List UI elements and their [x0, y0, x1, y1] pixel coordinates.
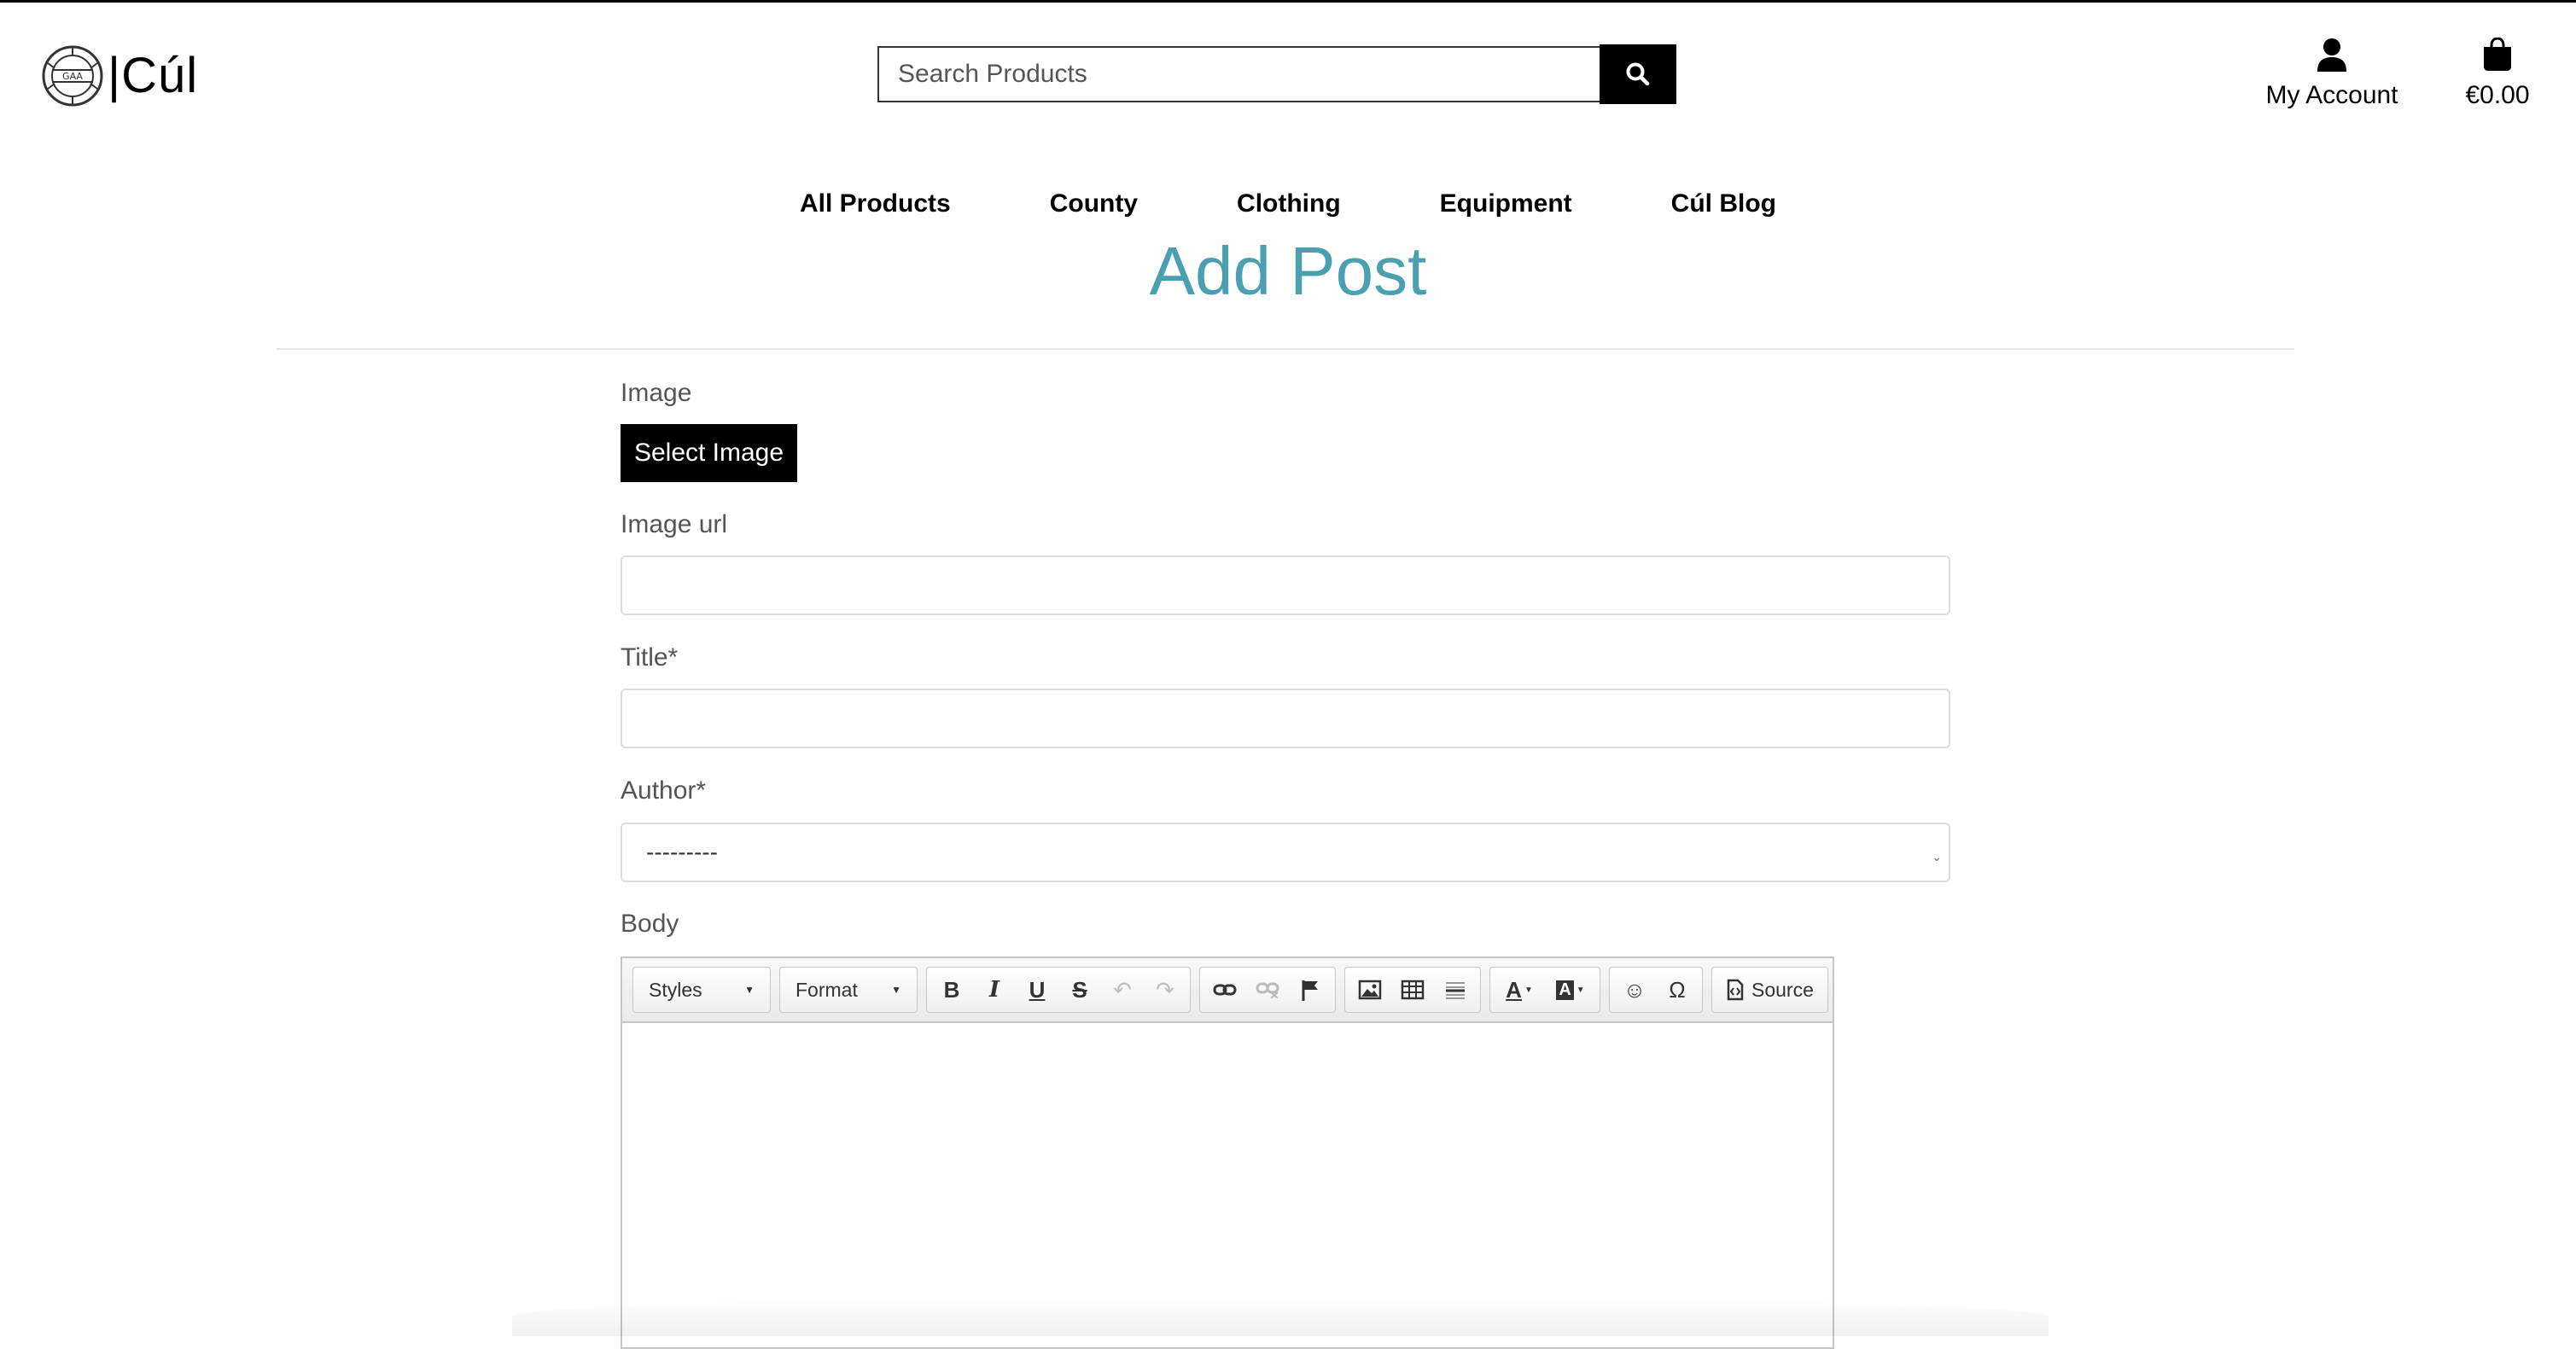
main-nav: All Products County Clothing Equipment C… — [0, 189, 2576, 218]
title-input[interactable] — [621, 689, 1950, 748]
page-title: Add Post — [1149, 233, 1427, 309]
underline-icon[interactable]: U — [1016, 968, 1058, 1011]
colors-group: A ▼ A ▼ — [1489, 967, 1600, 1013]
shopping-bag-icon — [2484, 37, 2511, 71]
gaa-ball-logo-icon: GAA — [42, 45, 103, 107]
styles-combo-group: Styles ▼ — [632, 967, 771, 1013]
strike-icon[interactable]: S — [1058, 968, 1101, 1011]
svg-text:GAA: GAA — [62, 71, 83, 82]
format-dropdown[interactable]: Format ▼ — [780, 968, 917, 1011]
nav-all-products[interactable]: All Products — [800, 189, 951, 218]
rich-text-editor: Styles ▼ Format ▼ B I U S ↶ ↷ A ▼ A ▼ ☺ … — [621, 957, 1834, 1349]
logo-text: |Cúl — [108, 48, 199, 103]
redo-icon[interactable]: ↷ — [1144, 968, 1186, 1011]
body-label: Body — [621, 910, 679, 938]
chevron-down-icon: ⌄ — [1932, 850, 1942, 863]
title-label: Title* — [621, 643, 679, 672]
insert-special-group: ☺ Ω — [1609, 967, 1703, 1013]
nav-cul-blog[interactable]: Cúl Blog — [1671, 189, 1776, 218]
my-account-label: My Account — [2265, 81, 2398, 109]
editor-toolbar: Styles ▼ Format ▼ B I U S ↶ ↷ A ▼ A ▼ ☺ … — [622, 958, 1833, 1023]
source-icon — [1727, 979, 1744, 1001]
bottom-shadow — [512, 1297, 2049, 1336]
horizontal-rule-icon[interactable] — [1434, 968, 1477, 1011]
background-color-icon[interactable]: A ▼ — [1545, 968, 1596, 1011]
search-input[interactable] — [877, 46, 1600, 102]
search-bar — [877, 44, 1676, 104]
dropdown-arrow-icon: ▼ — [891, 984, 901, 996]
search-icon — [1626, 62, 1650, 86]
special-char-icon[interactable]: Ω — [1656, 968, 1699, 1011]
text-color-icon[interactable]: A ▼ — [1494, 968, 1545, 1011]
image-url-input[interactable] — [621, 555, 1950, 615]
links-group — [1199, 967, 1336, 1013]
italic-icon[interactable]: I — [973, 968, 1016, 1011]
image-url-label: Image url — [621, 510, 728, 538]
site-logo[interactable]: GAA |Cúl — [41, 44, 198, 108]
insert-group — [1344, 967, 1481, 1013]
image-icon[interactable] — [1349, 968, 1391, 1011]
source-group: Source — [1711, 967, 1828, 1013]
link-icon[interactable] — [1203, 968, 1246, 1011]
source-button[interactable]: Source — [1716, 968, 1824, 1011]
source-label: Source — [1751, 978, 1814, 1001]
unlink-icon[interactable] — [1246, 968, 1289, 1011]
smiley-icon[interactable]: ☺ — [1613, 968, 1656, 1011]
dropdown-arrow-icon: ▼ — [744, 984, 755, 996]
nav-county[interactable]: County — [1050, 189, 1138, 218]
nav-clothing[interactable]: Clothing — [1237, 189, 1341, 218]
styles-dropdown[interactable]: Styles ▼ — [633, 968, 770, 1011]
author-label: Author* — [621, 776, 707, 805]
anchor-flag-icon[interactable] — [1289, 968, 1332, 1011]
undo-icon[interactable]: ↶ — [1101, 968, 1144, 1011]
format-dropdown-label: Format — [796, 978, 858, 1001]
select-image-button[interactable]: Select Image — [621, 424, 797, 482]
author-select[interactable]: --------- ⌄ — [621, 823, 1950, 882]
search-button[interactable] — [1600, 44, 1676, 104]
format-combo-group: Format ▼ — [779, 967, 918, 1013]
basic-styles-group: B I U S ↶ ↷ — [926, 967, 1191, 1013]
author-selected-value: --------- — [646, 839, 718, 865]
title-divider — [277, 348, 2294, 350]
image-label: Image — [621, 379, 692, 407]
table-icon[interactable] — [1391, 968, 1434, 1011]
bag-total: €0.00 — [2465, 81, 2530, 109]
nav-equipment[interactable]: Equipment — [1440, 189, 1572, 218]
my-account-link[interactable]: My Account — [2258, 38, 2405, 110]
bold-icon[interactable]: B — [930, 968, 973, 1011]
shopping-bag-link[interactable]: €0.00 — [2450, 37, 2545, 110]
user-icon — [2317, 38, 2346, 72]
styles-dropdown-label: Styles — [649, 978, 702, 1001]
window-top-border — [0, 0, 2576, 3]
